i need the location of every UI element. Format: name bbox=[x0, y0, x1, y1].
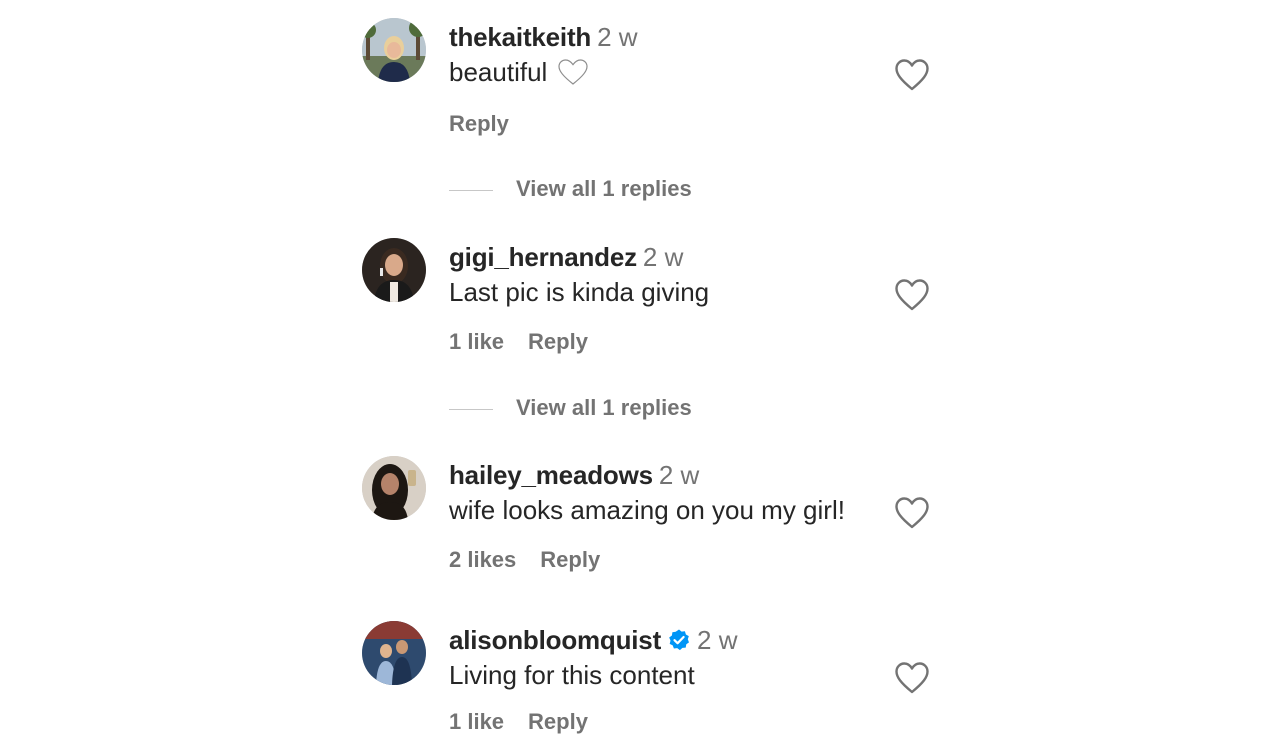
reply-button[interactable]: Reply bbox=[528, 329, 588, 354]
like-button[interactable] bbox=[894, 661, 930, 695]
comment-header: gigi_hernandez 2 w bbox=[449, 240, 683, 274]
divider bbox=[449, 408, 493, 410]
comment-time: 2 w bbox=[658, 460, 700, 490]
avatar[interactable] bbox=[362, 621, 426, 685]
comment-item: thekaitkeith 2 w beautiful Reply bbox=[362, 18, 932, 138]
comment-time: 2 w bbox=[597, 22, 638, 52]
comment-body: Living for this content bbox=[449, 660, 695, 690]
view-replies-label: View all 1 replies bbox=[516, 395, 692, 420]
avatar[interactable] bbox=[362, 238, 426, 302]
view-replies-button[interactable]: View all 1 replies bbox=[449, 174, 692, 204]
comment-text: Living for this content bbox=[449, 658, 695, 692]
username[interactable]: alisonbloomquist bbox=[449, 625, 661, 655]
reply-button[interactable]: Reply bbox=[540, 547, 600, 572]
comment-actions: 2 likes Reply bbox=[449, 545, 600, 575]
comment-actions: 1 like Reply bbox=[449, 707, 588, 737]
white-heart-icon bbox=[557, 58, 589, 86]
view-replies-button[interactable]: View all 1 replies bbox=[449, 393, 692, 423]
comment-body: Last pic is kinda giving bbox=[449, 277, 710, 307]
like-button[interactable] bbox=[894, 496, 930, 530]
likes-count[interactable]: 1 like bbox=[449, 709, 504, 734]
avatar[interactable] bbox=[362, 456, 426, 520]
comment-actions: Reply bbox=[449, 109, 509, 139]
comment-text: wife looks amazing on you my girl! bbox=[449, 493, 845, 527]
comment-item: alisonbloomquist 2 w Living for this con… bbox=[362, 621, 932, 741]
username[interactable]: gigi_hernandez bbox=[449, 242, 637, 272]
comments-list: thekaitkeith 2 w beautiful Reply View all… bbox=[0, 0, 1280, 734]
comment-text: Last pic is kinda giving bbox=[449, 275, 709, 309]
avatar[interactable] bbox=[362, 18, 426, 82]
view-replies-label: View all 1 replies bbox=[516, 176, 692, 201]
comment-time: 2 w bbox=[697, 625, 738, 655]
username[interactable]: hailey_meadows bbox=[449, 460, 653, 490]
likes-count[interactable]: 2 likes bbox=[449, 547, 516, 572]
divider bbox=[449, 189, 493, 191]
verified-badge-icon bbox=[667, 628, 691, 652]
comment-body: wife looks amazing on you my girl! bbox=[449, 495, 845, 525]
likes-count[interactable]: 1 like bbox=[449, 329, 504, 354]
like-button[interactable] bbox=[894, 58, 930, 92]
reply-button[interactable]: Reply bbox=[449, 111, 509, 136]
comment-body: beautiful bbox=[449, 57, 548, 87]
heart-outline-icon bbox=[895, 279, 929, 311]
comment-actions: 1 like Reply bbox=[449, 327, 588, 357]
heart-outline-icon bbox=[895, 662, 929, 694]
comment-time: 2 w bbox=[642, 242, 684, 272]
comment-header: hailey_meadows 2 w bbox=[449, 458, 699, 492]
comment-item: gigi_hernandez 2 w Last pic is kinda givi… bbox=[362, 238, 932, 358]
comment-text: beautiful bbox=[449, 55, 589, 89]
reply-button[interactable]: Reply bbox=[528, 709, 588, 734]
like-button[interactable] bbox=[894, 278, 930, 312]
heart-outline-icon bbox=[895, 59, 929, 91]
comment-header: thekaitkeith 2 w bbox=[449, 20, 638, 54]
comment-header: alisonbloomquist 2 w bbox=[449, 623, 738, 657]
username[interactable]: thekaitkeith bbox=[449, 22, 591, 52]
heart-outline-icon bbox=[895, 497, 929, 529]
comment-item: hailey_meadows 2 w wife looks amazing on … bbox=[362, 456, 932, 576]
